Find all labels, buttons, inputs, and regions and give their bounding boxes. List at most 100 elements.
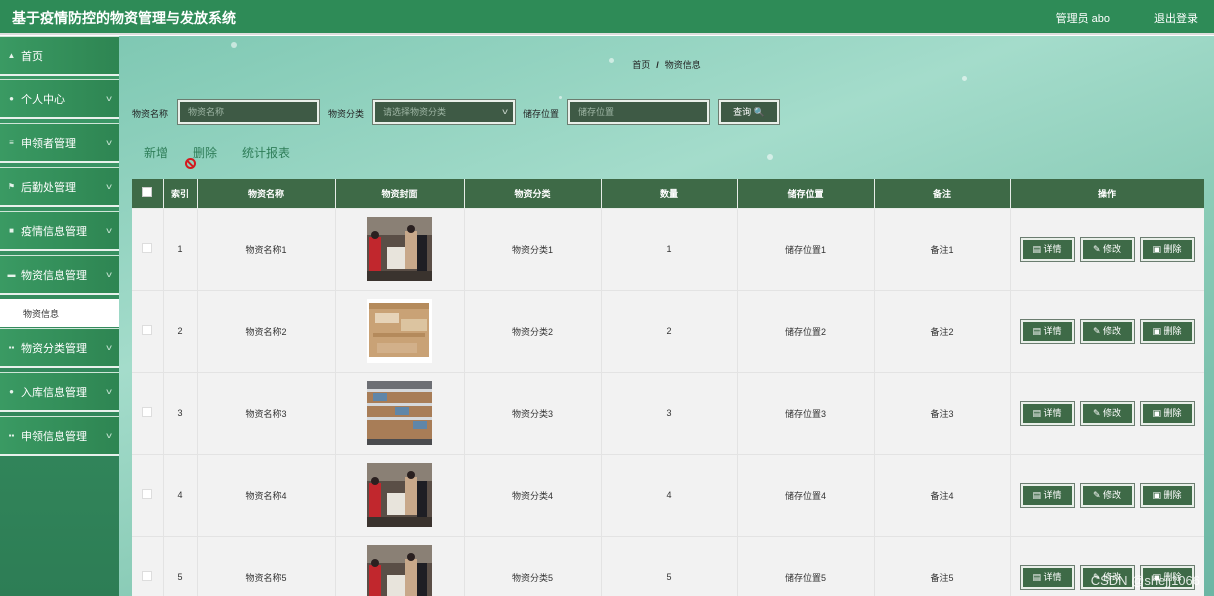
row-checkbox[interactable] (142, 407, 153, 417)
box-icon: ▬ (7, 270, 16, 279)
flag-icon: ⚑ (7, 182, 16, 191)
cell-index: 1 (163, 208, 198, 291)
chevron-down-icon: v (106, 94, 112, 103)
cell-note: 备注3 (874, 372, 1011, 455)
home-icon: ▲ (7, 51, 16, 60)
sidebar-item-material-info[interactable]: ▬ 物资信息管理 v (0, 255, 119, 295)
forbidden-icon (185, 158, 196, 169)
trash-icon: ▣ (1152, 489, 1164, 500)
watermark: CSDN @shejj1066 (1090, 573, 1200, 588)
sidebar-item-label: 入库信息管理 (21, 386, 87, 399)
cell-qty: 2 (601, 290, 738, 373)
sidebar-item-personal-center[interactable]: ● 个人中心 v (0, 79, 119, 119)
report-button[interactable]: 统计报表 (242, 144, 290, 161)
detail-icon: ▤ (1032, 489, 1044, 500)
cell-name: 物资名称3 (197, 372, 336, 455)
cover-image (367, 381, 432, 445)
detail-button[interactable]: ▤ 详情 (1020, 401, 1074, 425)
cell-qty: 5 (601, 536, 738, 596)
cell-name: 物资名称2 (197, 290, 336, 373)
edit-button[interactable]: ✎ 修改 (1080, 401, 1134, 425)
delete-button[interactable]: 删除 (193, 144, 217, 161)
table-row: 3 物资名称3 物资分类3 3 储存位置3 备注3 ▤ 详情 ✎ 修改 ▣ 删除 (132, 372, 1204, 455)
row-checkbox[interactable] (142, 325, 153, 335)
sidebar-item-label: 物资分类管理 (21, 342, 87, 355)
chevron-down-icon: v (106, 431, 112, 440)
chevron-down-icon: v (106, 343, 112, 352)
chevron-down-icon: v (106, 182, 112, 191)
edit-icon: ✎ (1092, 407, 1104, 418)
detail-icon: ▤ (1032, 325, 1044, 336)
top-bar: 基于疫情防控的物资管理与发放系统 管理员 abo 退出登录 (0, 0, 1214, 35)
chevron-down-icon: v (106, 270, 112, 279)
sidebar-item-inbound-mgmt[interactable]: ● 入库信息管理 v (0, 372, 119, 412)
cell-name: 物资名称1 (197, 208, 336, 291)
logout-link[interactable]: 退出登录 (1154, 10, 1198, 26)
cell-location: 储存位置1 (737, 208, 875, 291)
delete-label: 删除 (1163, 407, 1182, 418)
chevron-down-icon: v (106, 138, 112, 147)
detail-button[interactable]: ▤ 详情 (1020, 565, 1074, 589)
decor-bubble (231, 42, 237, 48)
sidebar-item-label: 疫情信息管理 (21, 225, 87, 238)
chevron-down-icon: v (502, 107, 508, 116)
table-row: 2 物资名称2 物资分类2 2 储存位置2 备注2 ▤ 详情 ✎ 修改 ▣ 删除 (132, 290, 1204, 373)
cell-category: 物资分类2 (464, 290, 602, 373)
sidebar-item-label: 个人中心 (21, 93, 65, 106)
detail-button[interactable]: ▤ 详情 (1020, 319, 1074, 343)
cell-note: 备注4 (874, 454, 1011, 537)
sidebar-item-application-mgmt[interactable]: ▪▪ 申领信息管理 v (0, 416, 119, 456)
breadcrumb-home[interactable]: 首页 (632, 60, 650, 70)
add-button[interactable]: 新增 (144, 144, 168, 161)
detail-icon: ▤ (1032, 407, 1044, 418)
edit-button[interactable]: ✎ 修改 (1080, 237, 1134, 261)
row-checkbox[interactable] (142, 571, 153, 581)
row-delete-button[interactable]: ▣ 删除 (1140, 401, 1194, 425)
column-header: 备注 (874, 179, 1011, 209)
column-header: 物资名称 (197, 179, 336, 209)
detail-button[interactable]: ▤ 详情 (1020, 237, 1074, 261)
breadcrumb-separator: / (656, 60, 659, 70)
row-checkbox[interactable] (142, 489, 153, 499)
query-button[interactable]: 查询 🔍 (719, 100, 779, 124)
chevron-down-icon: v (106, 387, 112, 396)
edit-icon: ✎ (1092, 489, 1104, 500)
row-checkbox[interactable] (142, 243, 153, 253)
table-row: 5 物资名称5 物资分类5 5 储存位置5 备注5 ▤ 详情 ✎ 修改 ▣ 删除 (132, 536, 1204, 596)
row-delete-button[interactable]: ▣ 删除 (1140, 319, 1194, 343)
detail-label: 详情 (1043, 407, 1062, 418)
detail-button[interactable]: ▤ 详情 (1020, 483, 1074, 507)
trash-icon: ▣ (1152, 243, 1164, 254)
cell-category: 物资分类1 (464, 208, 602, 291)
select-all-cell[interactable] (132, 179, 164, 209)
sidebar-item-epidemic-info[interactable]: ■ 疫情信息管理 v (0, 211, 119, 251)
edit-button[interactable]: ✎ 修改 (1080, 483, 1134, 507)
table-header-row: 索引 物资名称 物资封面 物资分类 数量 储存位置 备注 操作 (132, 179, 1204, 209)
decor-bubble (767, 154, 773, 160)
column-header: 索引 (163, 179, 198, 209)
cell-note: 备注1 (874, 208, 1011, 291)
search-name-input[interactable]: 物资名称 (178, 100, 319, 124)
user-icon: ● (9, 387, 14, 396)
list-icon: ≡ (9, 138, 14, 147)
delete-label: 删除 (1163, 489, 1182, 500)
system-title: 基于疫情防控的物资管理与发放系统 (12, 10, 236, 26)
cell-location: 储存位置2 (737, 290, 875, 373)
cell-category: 物资分类3 (464, 372, 602, 455)
edit-button[interactable]: ✎ 修改 (1080, 319, 1134, 343)
edit-label: 修改 (1103, 489, 1122, 500)
sidebar-subitem-material-info[interactable]: 物资信息 (0, 299, 119, 327)
row-delete-button[interactable]: ▣ 删除 (1140, 483, 1194, 507)
sidebar-item-category-mgmt[interactable]: ▪▪ 物资分类管理 v (0, 328, 119, 368)
row-delete-button[interactable]: ▣ 删除 (1140, 237, 1194, 261)
search-category-select[interactable]: 请选择物资分类 v (373, 100, 515, 124)
sidebar-item-applicant-mgmt[interactable]: ≡ 申领者管理 v (0, 123, 119, 163)
grid-icon: ▪▪ (8, 343, 15, 352)
sidebar-item-home[interactable]: ▲ 首页 (0, 36, 119, 76)
search-location-input[interactable]: 储存位置 (568, 100, 709, 124)
cell-index: 4 (163, 454, 198, 537)
sidebar-item-label: 申领信息管理 (21, 430, 87, 443)
cell-qty: 1 (601, 208, 738, 291)
select-all-checkbox[interactable] (142, 187, 153, 198)
sidebar-item-logistics-mgmt[interactable]: ⚑ 后勤处管理 v (0, 167, 119, 207)
